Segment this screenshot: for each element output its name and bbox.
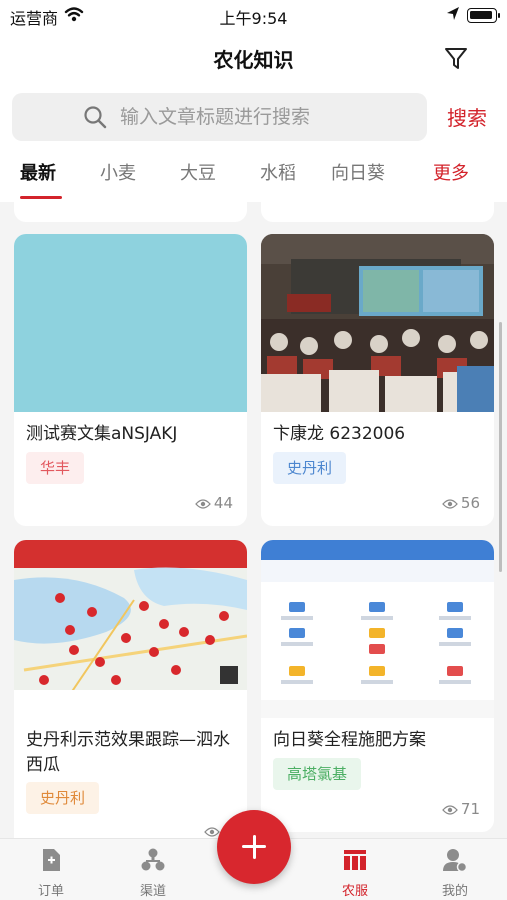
tabbar-item-farm-service[interactable]: 农服 [315, 839, 395, 900]
view-count-value: 56 [460, 494, 480, 512]
category-tabs: 最新 小麦 大豆 水稻 向日葵 更多 [0, 148, 507, 202]
tabbar-label: 订单 [37, 884, 64, 899]
location-arrow-icon [446, 6, 460, 26]
article-card[interactable]: 向日葵全程施肥方案 高塔氯基 71 [261, 540, 494, 832]
battery-tip [498, 13, 500, 18]
tabbar-item-channels[interactable]: 渠道 [113, 839, 193, 900]
article-card[interactable]: 史丹利示范效果跟踪—泗水西瓜 史丹利 7 [14, 540, 247, 838]
brand-tag: 高塔氯基 [273, 758, 362, 790]
tab-soybean[interactable]: 大豆 [180, 159, 216, 185]
view-count-value: 44 [213, 494, 233, 512]
eye-icon [442, 496, 458, 514]
article-title: 测试赛文集aNSJAKJ [26, 424, 178, 444]
scrollbar[interactable] [499, 322, 502, 572]
battery-icon [467, 8, 497, 23]
tabbar-label: 渠道 [139, 884, 166, 899]
search-box[interactable] [12, 93, 427, 141]
search-row: 搜索 [0, 86, 507, 148]
channel-icon [140, 847, 166, 873]
tab-wheat[interactable]: 小麦 [100, 159, 136, 185]
search-input[interactable] [120, 101, 415, 133]
plus-icon-vertical [252, 834, 256, 859]
conference-photo [261, 234, 494, 412]
search-icon [82, 104, 108, 134]
article-thumbnail [14, 234, 247, 412]
article-title: 卞康龙 6232006 [273, 424, 406, 444]
filter-icon[interactable] [442, 44, 470, 72]
tabbar-label: 农服 [341, 884, 368, 899]
clock: 上午9:54 [219, 9, 288, 28]
article-title: 向日葵全程施肥方案 [273, 730, 426, 750]
article-card-partial[interactable]: 20 [261, 202, 494, 222]
eye-icon [195, 496, 211, 514]
app-screenshot [261, 540, 494, 718]
active-tab-indicator [20, 196, 62, 199]
tabbar-item-profile[interactable]: 我的 [415, 839, 495, 900]
add-button[interactable] [217, 810, 291, 884]
farm-service-icon [342, 847, 368, 873]
tab-latest[interactable]: 最新 [20, 159, 56, 185]
page-title: 农化知识 [213, 48, 294, 72]
view-count: 44 [195, 494, 233, 514]
nav-bar: 农化知识 [0, 30, 507, 86]
article-feed[interactable]: 55 20 测试赛文集aNSJAKJ 华丰 44 [0, 202, 507, 838]
order-doc-icon [38, 847, 64, 873]
article-title: 史丹利示范效果跟踪—泗水西瓜 [26, 730, 230, 775]
status-bar: 运营商 上午9:54 [0, 0, 507, 30]
view-count: 71 [442, 800, 480, 820]
brand-tag: 史丹利 [273, 452, 347, 484]
article-card-partial[interactable]: 55 [14, 202, 247, 222]
map-screenshot [14, 540, 247, 718]
tab-more[interactable]: 更多 [433, 159, 469, 185]
brand-tag: 史丹利 [26, 782, 100, 814]
article-card[interactable]: 卞康龙 6232006 史丹利 56 [261, 234, 494, 526]
tab-rice[interactable]: 水稻 [260, 159, 296, 185]
eye-icon [442, 802, 458, 820]
tabbar-label: 我的 [441, 884, 468, 899]
article-card[interactable]: 测试赛文集aNSJAKJ 华丰 44 [14, 234, 247, 526]
search-button[interactable]: 搜索 [447, 102, 487, 131]
tabbar-item-orders[interactable]: 订单 [11, 839, 91, 900]
view-count: 56 [442, 494, 480, 514]
view-count-value: 71 [460, 800, 480, 818]
tab-sunflower[interactable]: 向日葵 [331, 159, 385, 185]
brand-tag: 华丰 [26, 452, 85, 484]
profile-icon [442, 847, 468, 873]
